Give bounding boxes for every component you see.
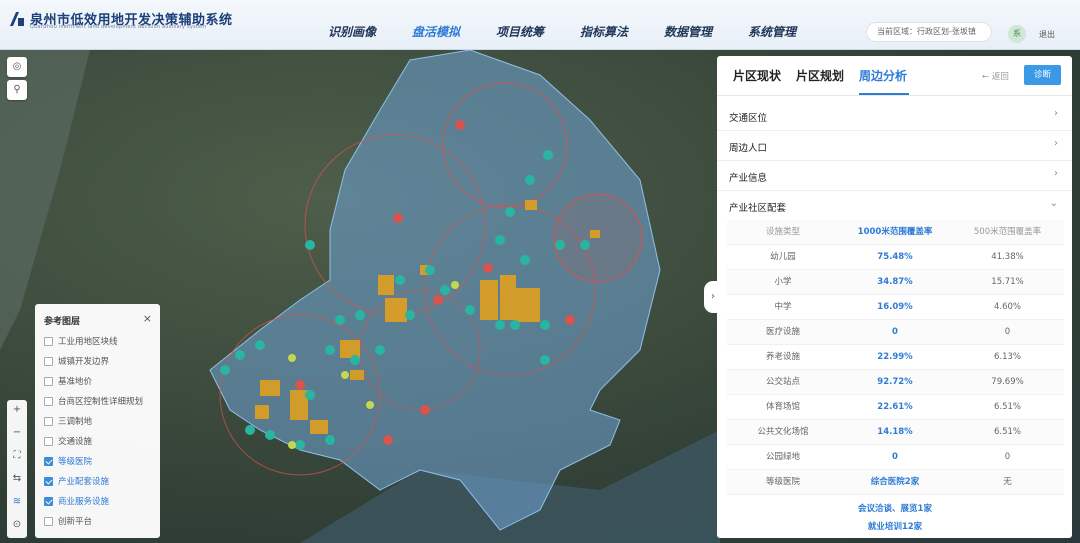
- nav-data[interactable]: 数据管理: [646, 0, 730, 50]
- checkbox[interactable]: [44, 396, 53, 406]
- checkbox[interactable]: [44, 456, 53, 466]
- section-population[interactable]: 周边人口 ›: [717, 131, 1072, 161]
- tab-current-status[interactable]: 片区现状: [733, 67, 781, 84]
- layer-innovation[interactable]: 创新平台: [44, 515, 92, 527]
- layer-transport[interactable]: 交通设施: [44, 435, 92, 447]
- nav-simulate[interactable]: 盘活模拟: [394, 0, 478, 50]
- avatar[interactable]: 系: [1008, 25, 1026, 43]
- active-tab-indicator: [859, 93, 909, 95]
- zoom-out-button[interactable]: −: [7, 427, 27, 438]
- close-icon[interactable]: ×: [143, 312, 152, 325]
- tab-surrounding-analysis[interactable]: 周边分析: [859, 67, 907, 84]
- table-row: 幼儿园 75.48% 41.38%: [727, 245, 1064, 270]
- checkbox[interactable]: [44, 436, 53, 446]
- checkbox[interactable]: [44, 496, 53, 506]
- chevron-down-icon: ⌄: [1049, 198, 1058, 209]
- current-region-selector[interactable]: 当前区域：行政区划-张坂镇: [866, 22, 992, 42]
- locate-icon[interactable]: ⊙: [7, 519, 27, 530]
- rotate-icon[interactable]: ◎: [7, 57, 27, 77]
- app-header: 泉州市低效用地开发决策辅助系统 Quanzhou inefficient lan…: [0, 0, 1080, 50]
- checkbox[interactable]: [44, 516, 53, 526]
- panel-tabs: 片区现状 片区规划 周边分析 ← 返回 诊断: [717, 56, 1072, 96]
- reference-layers-panel: 参考图层 × 工业用地区块线 城镇开发边界 基准地价 台商区控制性详细规划 三调…: [35, 304, 160, 538]
- layer-urban-boundary[interactable]: 城镇开发边界: [44, 355, 109, 367]
- study-region: [209, 50, 661, 531]
- table-row: 等级医院 综合医院2家 无: [727, 470, 1064, 495]
- layers-title: 参考图层: [44, 317, 81, 327]
- layer-commercial[interactable]: 商业服务设施: [44, 495, 109, 507]
- section-community-facilities[interactable]: 产业社区配套 ⌄: [717, 191, 1072, 221]
- nav-identify[interactable]: 识别画像: [310, 0, 394, 50]
- swap-icon[interactable]: ⇆: [7, 473, 27, 484]
- chevron-right-icon: ›: [1054, 108, 1058, 119]
- table-row: 公交站点 92.72% 79.69%: [727, 370, 1064, 395]
- section-industry[interactable]: 产业信息 ›: [717, 161, 1072, 191]
- app-logo-icon: [10, 12, 24, 26]
- extra-facility-line: 就业培训12家: [867, 522, 923, 532]
- layer-land-price[interactable]: 基准地价: [44, 375, 92, 387]
- nav-system[interactable]: 系统管理: [730, 0, 814, 50]
- checkbox[interactable]: [44, 476, 53, 486]
- checkbox[interactable]: [44, 416, 53, 426]
- app-subtitle: Quanzhou inefficient land development de…: [30, 24, 207, 30]
- checkbox[interactable]: [44, 376, 53, 386]
- table-row: 公共文化场馆 14.18% 6.51%: [727, 420, 1064, 445]
- zoom-in-button[interactable]: +: [7, 404, 27, 415]
- table-header: 设施类型 1000米范围覆盖率 500米范围覆盖率: [727, 220, 1064, 245]
- map-toolbar: + − ⛶ ⇆ ≋ ⊙: [7, 400, 27, 538]
- table-row: 中学 16.09% 4.60%: [727, 295, 1064, 320]
- extra-facility-line: 会议洽谈、展览1家: [858, 504, 932, 514]
- table-row: 小学 34.87% 15.71%: [727, 270, 1064, 295]
- nav-projects[interactable]: 项目统筹: [478, 0, 562, 50]
- analysis-panel: 片区现状 片区规划 周边分析 ← 返回 诊断 交通区位 › 周边人口 › 产业信…: [717, 56, 1072, 538]
- table-row: 医疗设施 0 0: [727, 320, 1064, 345]
- checkbox[interactable]: [44, 336, 53, 346]
- checkbox[interactable]: [44, 356, 53, 366]
- chevron-right-icon: ›: [1054, 138, 1058, 149]
- layer-detailed-plan[interactable]: 台商区控制性详细规划: [44, 395, 143, 407]
- table-row: 公园绿地 0 0: [727, 445, 1064, 470]
- tab-planning[interactable]: 片区规划: [796, 67, 844, 84]
- logout-link[interactable]: 退出: [1039, 29, 1055, 40]
- layers-icon[interactable]: ≋: [7, 496, 27, 507]
- layer-industry-facilities[interactable]: 产业配套设施: [44, 475, 109, 487]
- layer-survey[interactable]: 三调制地: [44, 415, 92, 427]
- table-row: 养老设施 22.99% 6.13%: [727, 345, 1064, 370]
- nav-algorithms[interactable]: 指标算法: [562, 0, 646, 50]
- diagnose-button[interactable]: 诊断: [1024, 65, 1061, 85]
- pin-icon[interactable]: ⚲: [7, 80, 27, 100]
- layer-industrial-blocks[interactable]: 工业用地区块线: [44, 335, 118, 347]
- section-traffic[interactable]: 交通区位 ›: [717, 101, 1072, 131]
- table-row: 体育场馆 22.61% 6.51%: [727, 395, 1064, 420]
- chevron-right-icon: ›: [1054, 168, 1058, 179]
- layer-hospitals[interactable]: 等级医院: [44, 455, 92, 467]
- main-nav: 识别画像 盘活模拟 项目统筹 指标算法 数据管理 系统管理: [310, 0, 814, 50]
- back-link[interactable]: ← 返回: [982, 70, 1009, 82]
- fullscreen-icon[interactable]: ⛶: [7, 450, 27, 461]
